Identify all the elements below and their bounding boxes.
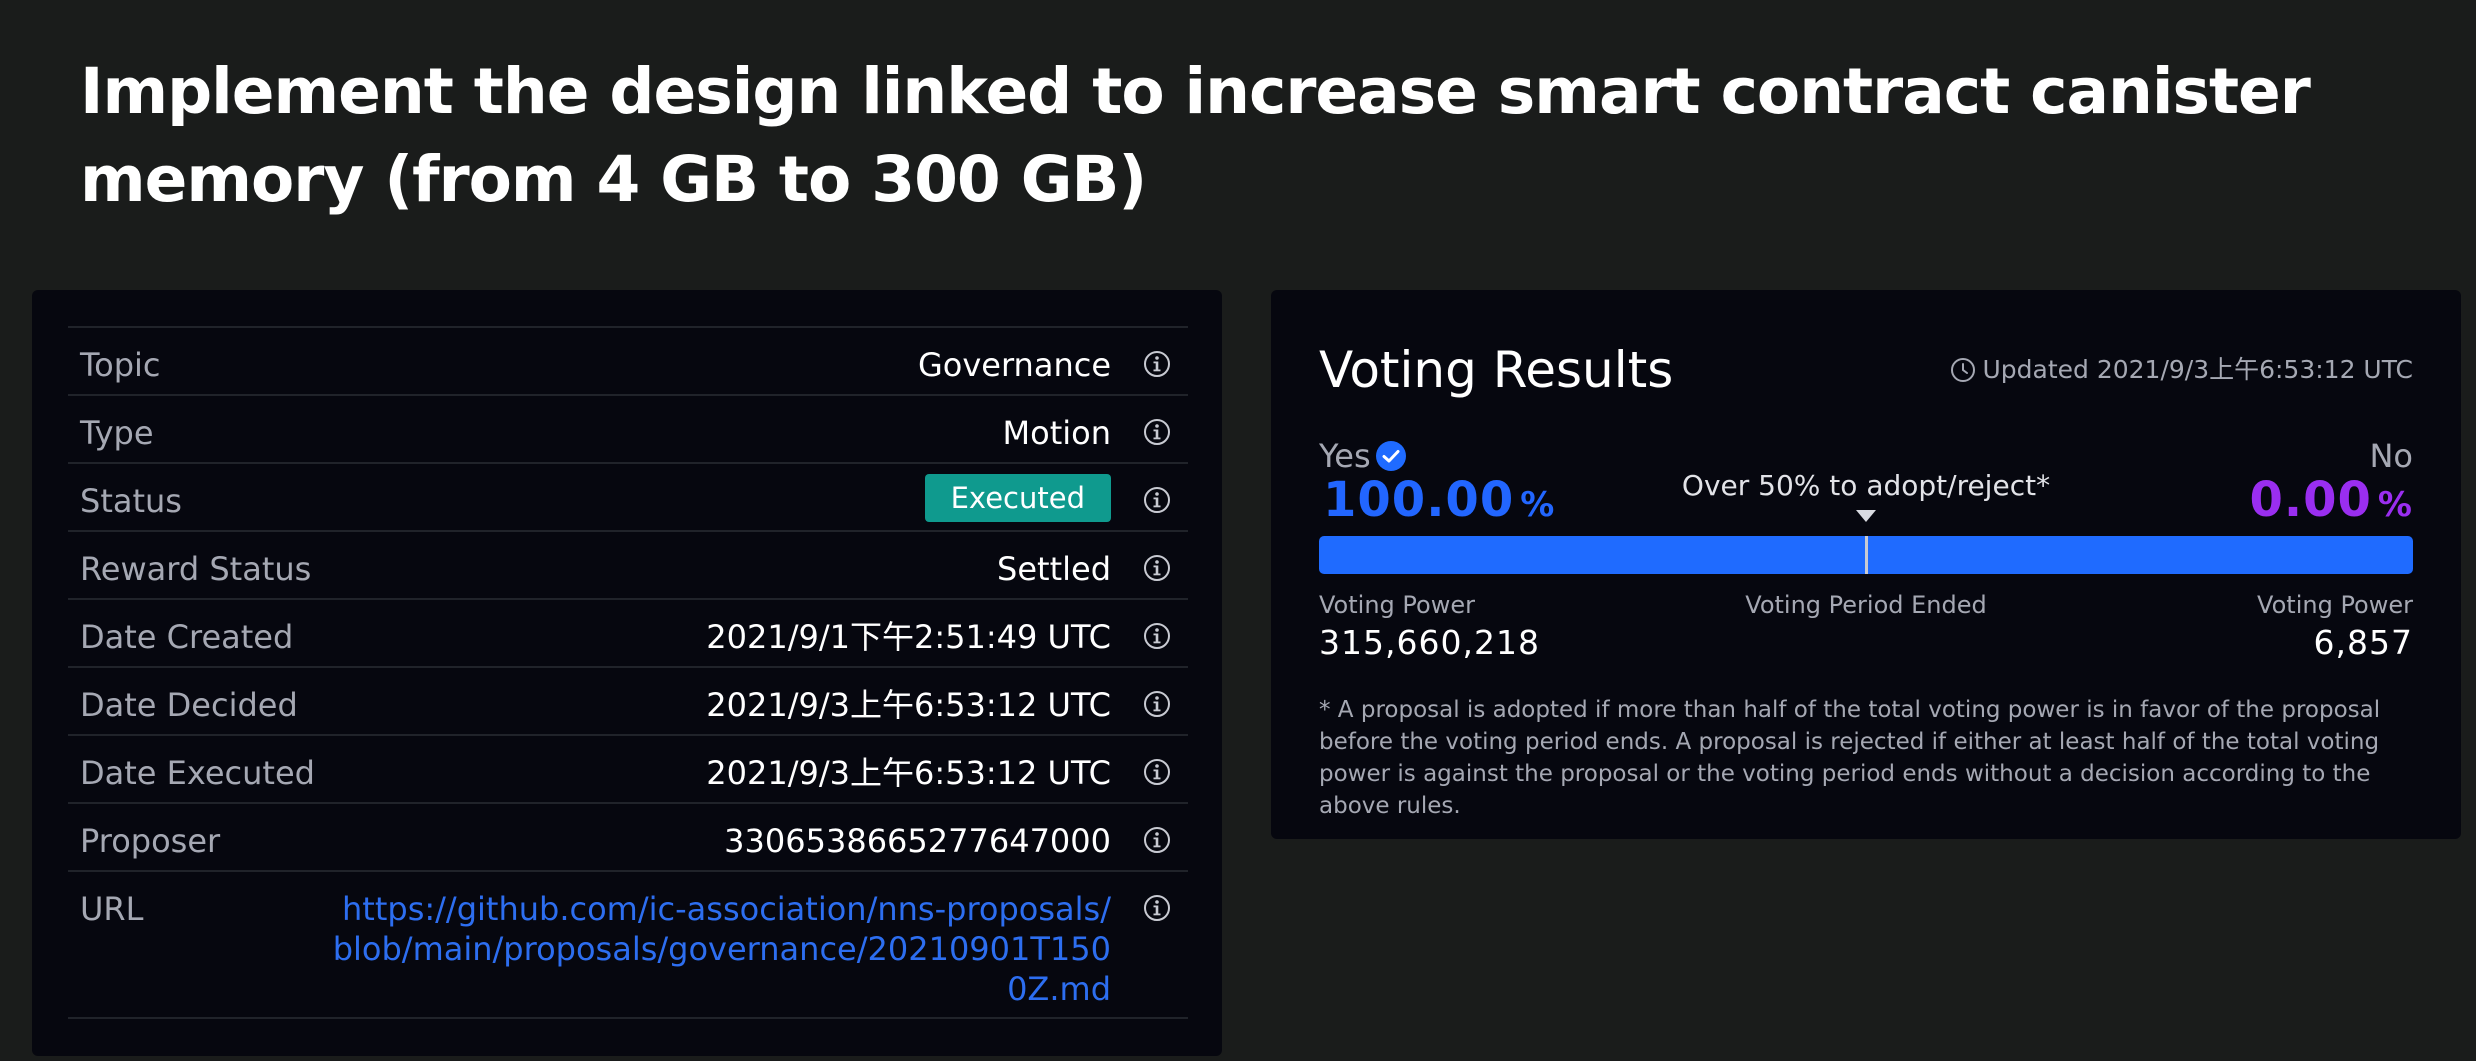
date-executed-row: Date Executed 2021/9/3上午6:53:12 UTC <box>68 736 1188 804</box>
proposer-value[interactable]: 3306538665277647000 <box>724 821 1111 861</box>
date-executed-label: Date Executed <box>80 754 315 792</box>
info-circle-icon[interactable] <box>1142 825 1172 855</box>
updated-timestamp: Updated 2021/9/3上午6:53:12 UTC <box>1950 354 2413 386</box>
date-decided-value: 2021/9/3上午6:53:12 UTC <box>706 686 1111 724</box>
proposal-url-link[interactable]: https://github.com/ic-association/nns-pr… <box>331 889 1111 1009</box>
info-circle-icon[interactable] <box>1142 757 1172 787</box>
voting-results-card: Voting Results Updated 2021/9/3上午6:53:12… <box>1271 290 2461 839</box>
url-row: URL https://github.com/ic-association/nn… <box>68 872 1188 1019</box>
proposer-label: Proposer <box>80 822 221 860</box>
voting-footnote: * A proposal is adopted if more than hal… <box>1319 697 2381 819</box>
updated-text: Updated 2021/9/3上午6:53:12 UTC <box>1982 355 2413 384</box>
topic-value: Governance <box>917 346 1111 384</box>
info-circle-icon[interactable] <box>1142 485 1172 515</box>
no-voting-power-label: Voting Power <box>2257 591 2413 619</box>
no-voting-power-value: 6,857 <box>2313 623 2413 662</box>
clock-icon <box>1951 358 1976 382</box>
info-circle-icon[interactable] <box>1142 621 1172 651</box>
vote-progress-midline <box>1865 536 1868 574</box>
voting-results-title: Voting Results <box>1319 341 1674 399</box>
info-circle-icon[interactable] <box>1142 349 1172 379</box>
status-badge: Executed <box>924 474 1111 522</box>
date-created-label: Date Created <box>80 618 294 656</box>
yes-voting-power-value: 315,660,218 <box>1319 623 1540 662</box>
threshold-label: Over 50% to adopt/reject* <box>1681 469 2051 502</box>
reward-status-row: Reward Status Settled <box>68 532 1188 600</box>
type-value: Motion <box>1002 414 1111 452</box>
type-label: Type <box>80 414 154 452</box>
topic-label: Topic <box>80 346 161 384</box>
reward-status-label: Reward Status <box>80 550 312 588</box>
proposal-details-table: Topic Governance Type Motion Status Exec… <box>68 326 1188 1019</box>
date-created-value: 2021/9/1下午2:51:49 UTC <box>706 618 1111 656</box>
info-circle-icon[interactable] <box>1142 417 1172 447</box>
status-row: Status Executed <box>68 464 1188 532</box>
url-label: URL <box>80 890 144 928</box>
threshold-marker-icon <box>1856 510 1876 522</box>
page-title: Implement the design linked to increase … <box>80 55 2311 216</box>
date-decided-row: Date Decided 2021/9/3上午6:53:12 UTC <box>68 668 1188 736</box>
date-decided-label: Date Decided <box>80 686 298 724</box>
proposer-row: Proposer 3306538665277647000 <box>68 804 1188 872</box>
status-label: Status <box>80 482 182 520</box>
reward-status-value: Settled <box>997 550 1111 588</box>
info-circle-icon[interactable] <box>1142 893 1172 923</box>
date-executed-value: 2021/9/3上午6:53:12 UTC <box>706 754 1111 792</box>
vote-progress-bar <box>1319 536 2413 574</box>
info-circle-icon[interactable] <box>1142 553 1172 583</box>
info-circle-icon[interactable] <box>1142 689 1172 719</box>
proposal-details-card: Topic Governance Type Motion Status Exec… <box>32 290 1222 1056</box>
topic-row: Topic Governance <box>68 328 1188 396</box>
date-created-row: Date Created 2021/9/1下午2:51:49 UTC <box>68 600 1188 668</box>
type-row: Type Motion <box>68 396 1188 464</box>
